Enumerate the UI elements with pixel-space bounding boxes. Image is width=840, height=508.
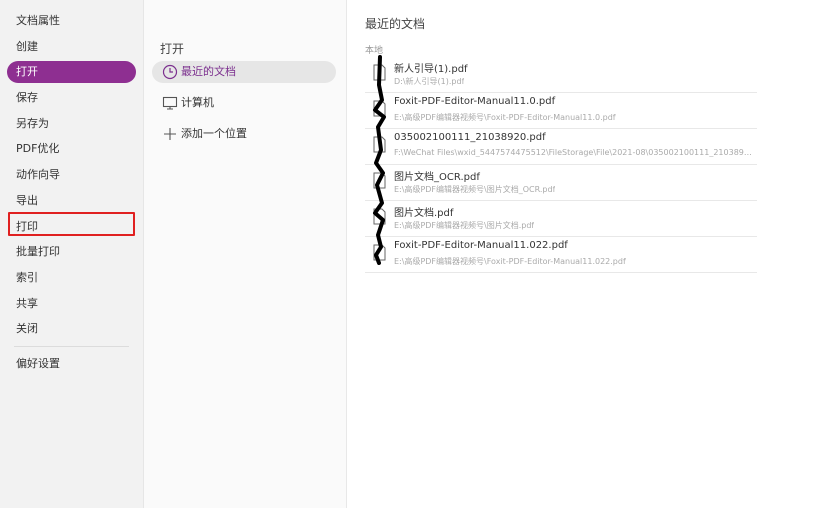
recent-file-item[interactable]: 图片文档_OCR.pdf E:\高级PDF编辑器视频号\图片文档_OCR.pdf	[365, 165, 757, 201]
add-location-label: 添加一个位置	[181, 127, 247, 140]
sidebar-list: 文档属性 创建 打开 保存 另存为 PDF优化 动作向导 导出 打印 批量打印 …	[0, 0, 143, 377]
file-path: D:\新人引导(1).pdf	[394, 77, 465, 86]
sidebar-item-export[interactable]: 导出	[0, 188, 143, 214]
recent-file-item[interactable]: Foxit-PDF-Editor-Manual11.0.pdf E:\高级PDF…	[365, 93, 757, 129]
sidebar-divider	[14, 345, 129, 347]
computer-option[interactable]: 计算机	[152, 92, 336, 114]
sidebar-item-save-as[interactable]: 另存为	[0, 111, 143, 137]
sidebar-item-open[interactable]: 打开	[0, 59, 143, 85]
sidebar-item-index[interactable]: 索引	[0, 265, 143, 291]
recent-documents-title: 最近的文档	[365, 17, 426, 31]
local-section-label: 本地	[365, 46, 384, 56]
recent-documents-option[interactable]: 最近的文档	[152, 61, 336, 83]
file-menu-sidebar: 文档属性 创建 打开 保存 另存为 PDF优化 动作向导 导出 打印 批量打印 …	[0, 0, 144, 508]
document-icon	[373, 100, 386, 117]
sidebar-item-save[interactable]: 保存	[0, 85, 143, 111]
recent-file-item[interactable]: 035002100111_21038920.pdf F:\WeChat File…	[365, 129, 757, 165]
open-options-panel: 打开 最近的文档 计算机 添加一个位置	[144, 0, 347, 508]
sidebar-item-batch-print[interactable]: 批量打印	[0, 239, 143, 265]
sidebar-item-pdf-optimize[interactable]: PDF优化	[0, 136, 143, 162]
file-name: 图片文档_OCR.pdf	[394, 172, 480, 183]
sidebar-item-preferences[interactable]: 偏好设置	[0, 351, 143, 377]
clock-icon	[162, 64, 178, 80]
file-path: E:\高级PDF编辑器视频号\图片文档_OCR.pdf	[394, 185, 556, 194]
document-icon	[373, 244, 386, 261]
sidebar-item-close[interactable]: 关闭	[0, 316, 143, 342]
file-path: F:\WeChat Files\wxid_5447574475512\FileS…	[394, 148, 756, 157]
sidebar-item-create[interactable]: 创建	[0, 34, 143, 60]
file-name: 新人引导(1).pdf	[394, 64, 468, 75]
sidebar-item-action-wizard[interactable]: 动作向导	[0, 162, 143, 188]
recent-file-item[interactable]: 新人引导(1).pdf D:\新人引导(1).pdf	[365, 57, 757, 93]
add-location-option[interactable]: 添加一个位置	[152, 123, 336, 145]
open-panel-title: 打开	[160, 42, 185, 56]
sidebar-item-share[interactable]: 共享	[0, 291, 143, 317]
recent-documents-panel: 最近的文档 本地 新人引导(1).pdf D:\新人引导(1).pdf Foxi…	[347, 0, 840, 508]
sidebar-item-document-properties[interactable]: 文档属性	[0, 8, 143, 34]
file-path: E:\高级PDF编辑器视频号\Foxit-PDF-Editor-Manual11…	[394, 113, 616, 122]
document-icon	[373, 208, 386, 225]
document-icon	[373, 136, 386, 153]
computer-icon	[162, 96, 178, 110]
computer-label: 计算机	[181, 96, 214, 109]
plus-icon	[164, 128, 176, 140]
document-icon	[373, 172, 386, 189]
file-name: Foxit-PDF-Editor-Manual11.022.pdf	[394, 240, 568, 251]
file-name: Foxit-PDF-Editor-Manual11.0.pdf	[394, 96, 556, 107]
file-name: 035002100111_21038920.pdf	[394, 132, 546, 143]
recent-file-list: 新人引导(1).pdf D:\新人引导(1).pdf Foxit-PDF-Edi…	[365, 57, 757, 273]
recent-file-item[interactable]: 图片文档.pdf E:\高级PDF编辑器视频号\图片文档.pdf	[365, 201, 757, 237]
recent-documents-label: 最近的文档	[181, 65, 236, 78]
recent-file-item[interactable]: Foxit-PDF-Editor-Manual11.022.pdf E:\高级P…	[365, 237, 757, 273]
file-path: E:\高级PDF编辑器视频号\Foxit-PDF-Editor-Manual11…	[394, 257, 626, 266]
document-icon	[373, 64, 386, 81]
file-name: 图片文档.pdf	[394, 208, 454, 219]
file-path: E:\高级PDF编辑器视频号\图片文档.pdf	[394, 221, 535, 230]
